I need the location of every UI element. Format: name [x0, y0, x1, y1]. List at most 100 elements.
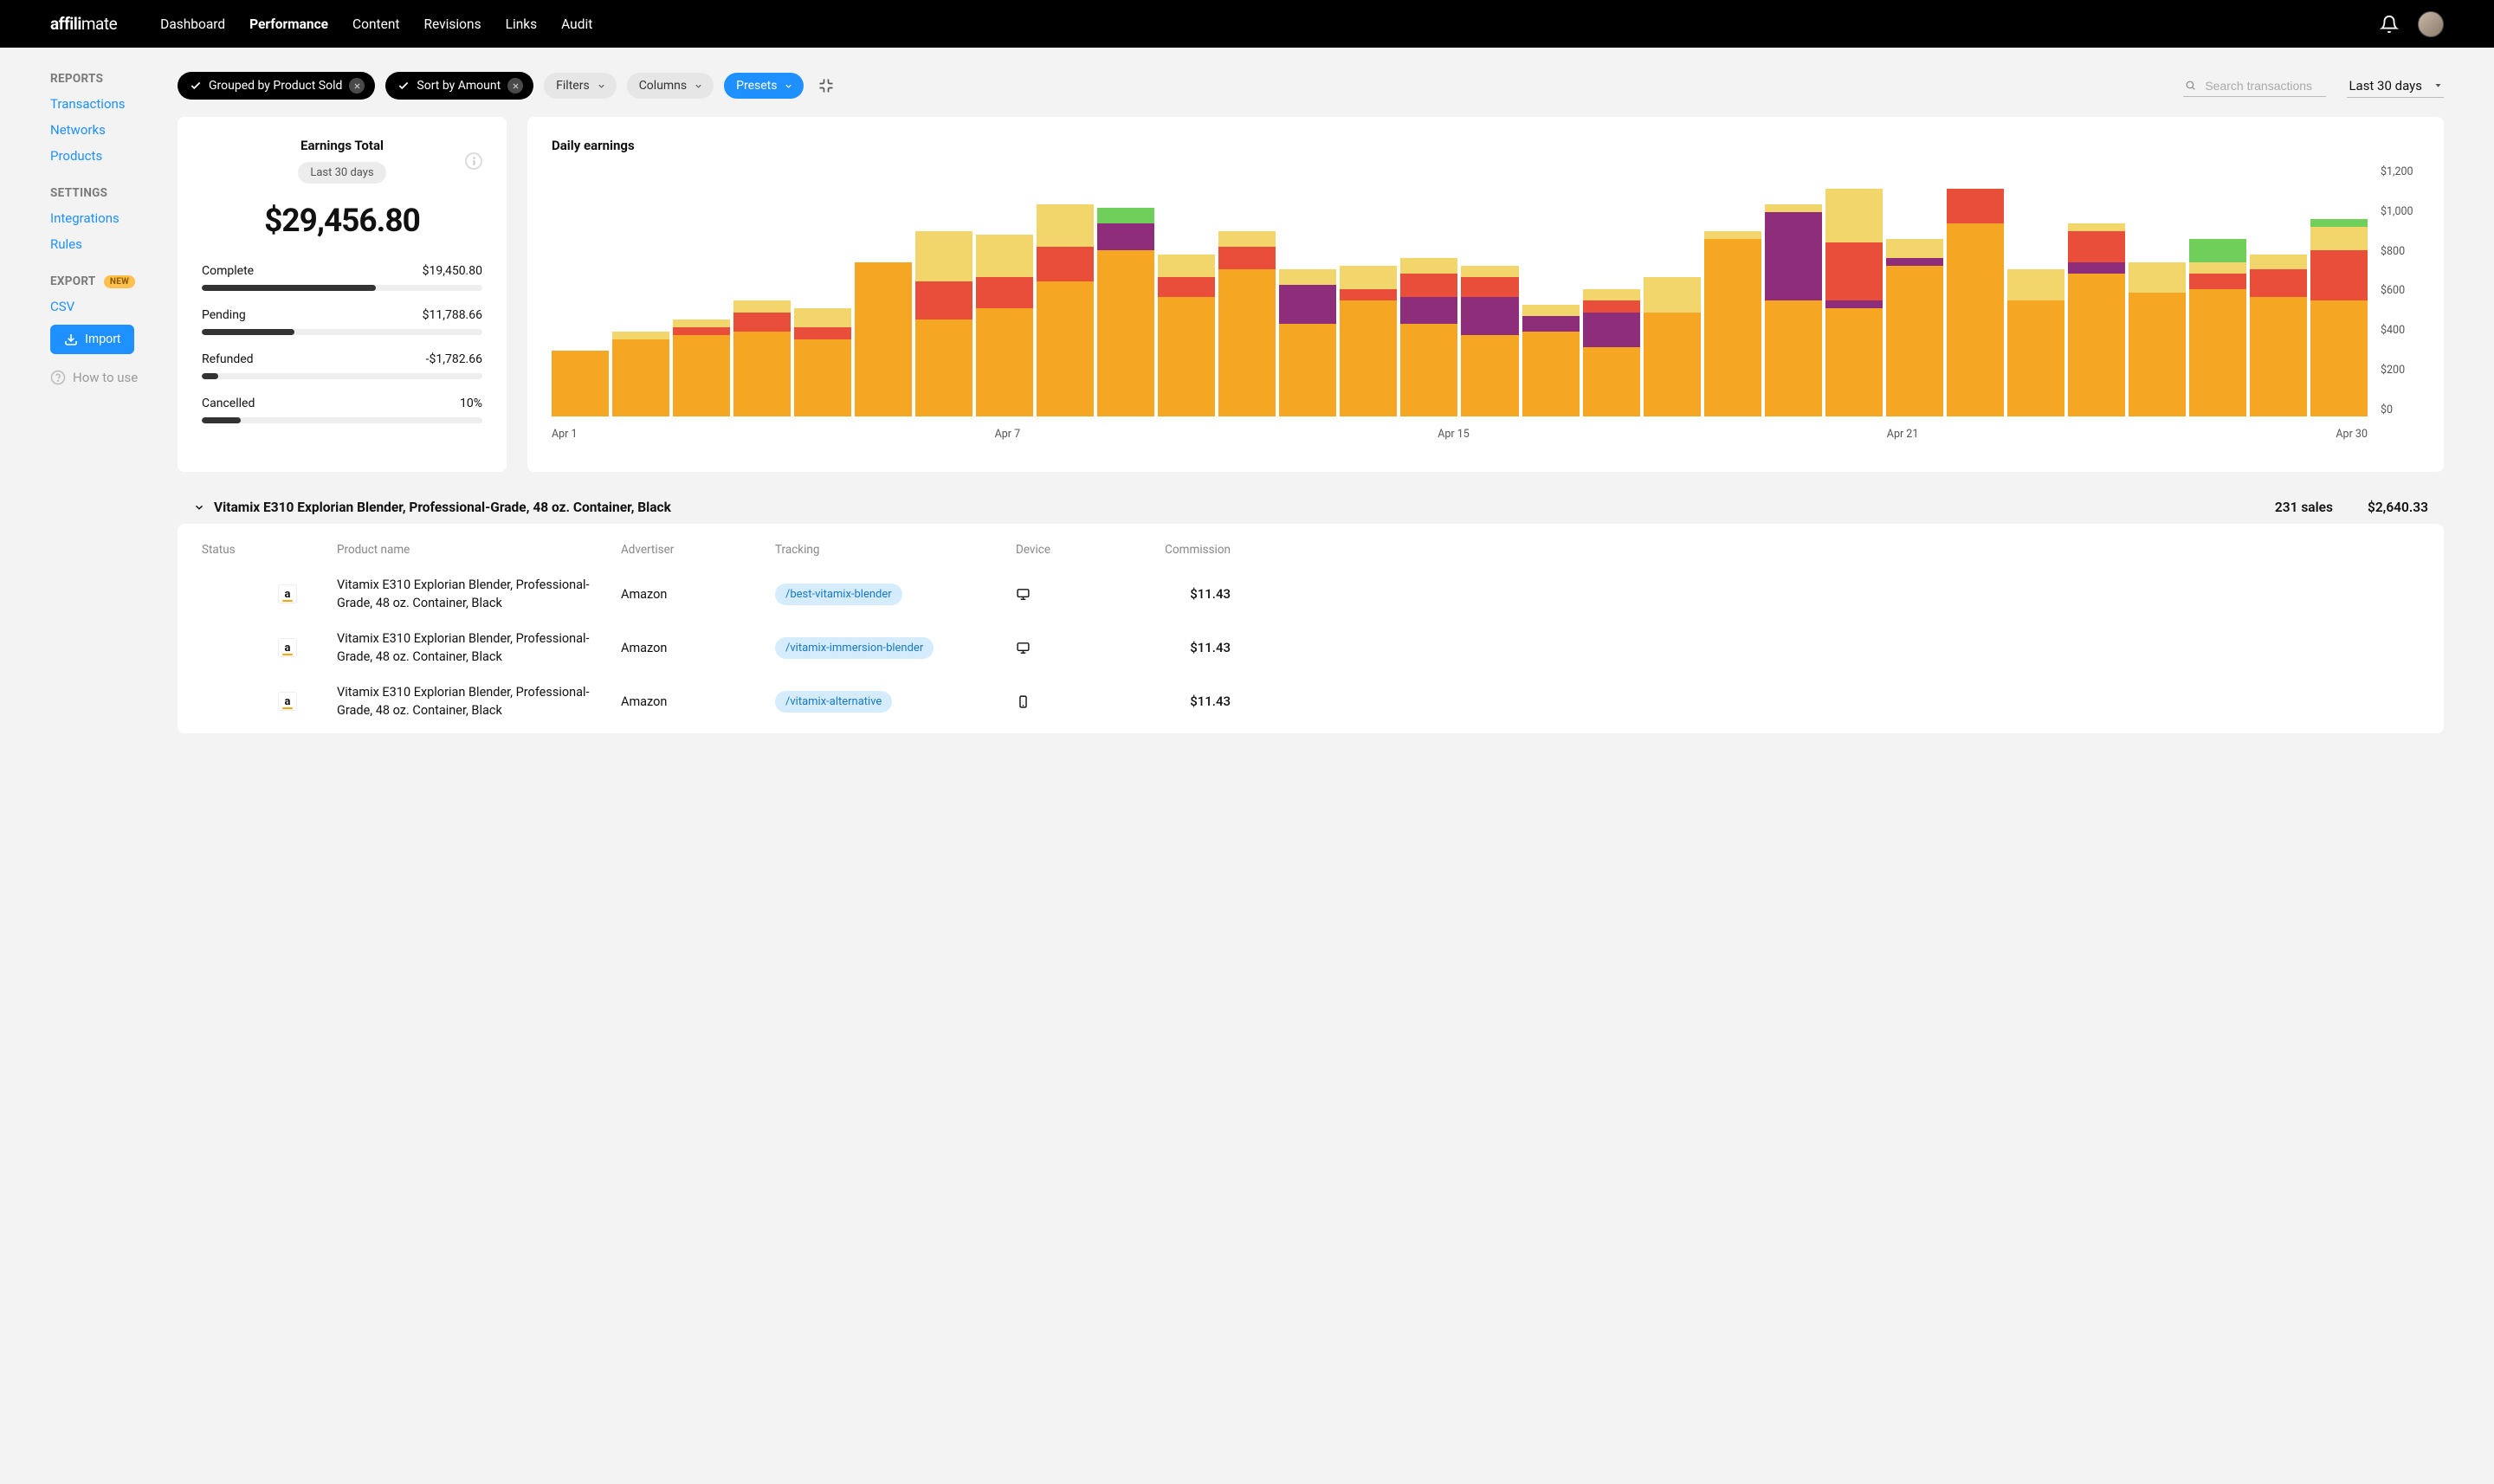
product-name: Vitamix E310 Explorian Blender, Professi…	[337, 629, 614, 666]
table-row[interactable]: a Vitamix E310 Explorian Blender, Profes…	[178, 674, 2444, 728]
chart-bar	[2007, 165, 2064, 416]
y-tick: $1,000	[2381, 205, 2420, 218]
chip-filters[interactable]: Filters	[544, 73, 617, 99]
chip-grouped-by[interactable]: Grouped by Product Sold	[178, 72, 375, 100]
topbar: affilimate Dashboard Performance Content Re…	[0, 0, 2494, 48]
check-icon	[397, 80, 410, 92]
close-icon[interactable]	[349, 78, 365, 94]
desktop-icon	[1016, 587, 1137, 602]
topnav-item-content[interactable]: Content	[352, 16, 399, 32]
chart-bar	[976, 165, 1033, 416]
close-icon[interactable]	[507, 78, 523, 94]
x-tick: Apr 7	[995, 428, 1021, 441]
chart-bar	[2310, 165, 2368, 416]
chart-bar	[1279, 165, 1336, 416]
search-input[interactable]	[2183, 75, 2326, 97]
y-tick: $400	[2381, 324, 2420, 337]
brand-logo: affilimate	[50, 14, 117, 34]
chevron-down-icon	[694, 81, 703, 91]
sidebar-item-csv[interactable]: CSV	[50, 299, 178, 314]
earnings-card: Earnings Total Last 30 days $29,456.80 C…	[178, 117, 507, 472]
chip-sort-by[interactable]: Sort by Amount	[385, 72, 533, 100]
search-field[interactable]	[2205, 79, 2324, 93]
main-content: Grouped by Product Sold Sort by Amount F…	[178, 48, 2494, 768]
sidebar-item-integrations[interactable]: Integrations	[50, 210, 178, 226]
earnings-title: Earnings Total	[219, 138, 465, 153]
chart-bar	[2068, 165, 2125, 416]
table-header: Status Product name Advertiser Tracking …	[178, 529, 2444, 567]
y-tick: $200	[2381, 364, 2420, 377]
chart-bar	[612, 165, 669, 416]
chart-bar	[2250, 165, 2307, 416]
earnings-range-pill: Last 30 days	[298, 162, 385, 184]
avatar[interactable]	[2418, 11, 2444, 37]
table-row[interactable]: a Vitamix E310 Explorian Blender, Profes…	[178, 567, 2444, 621]
sidebar-item-products[interactable]: Products	[50, 148, 178, 164]
chart-bar	[1886, 165, 1943, 416]
chart-bar	[1158, 165, 1215, 416]
import-button[interactable]: Import	[50, 325, 134, 354]
sidebar-item-transactions[interactable]: Transactions	[50, 96, 178, 112]
check-icon	[190, 80, 202, 92]
advertiser-name: Amazon	[621, 694, 768, 709]
sidebar-heading-settings: SETTINGS	[50, 186, 178, 200]
minimize-icon[interactable]	[817, 77, 835, 94]
x-tick: Apr 30	[2336, 428, 2368, 441]
x-tick: Apr 15	[1438, 428, 1470, 441]
product-name: Vitamix E310 Explorian Blender, Professi…	[337, 576, 614, 612]
y-tick: $600	[2381, 284, 2420, 297]
bell-icon[interactable]	[2380, 15, 2399, 34]
chart-title: Daily earnings	[552, 138, 2420, 153]
search-icon	[2185, 79, 2196, 92]
amazon-icon: a	[278, 692, 297, 711]
chart-bar	[1218, 165, 1276, 416]
chart-bar	[855, 165, 912, 416]
chart-bar	[1522, 165, 1580, 416]
x-tick: Apr 1	[552, 428, 578, 441]
tracking-link[interactable]: /vitamix-alternative	[775, 691, 892, 713]
topnav-item-audit[interactable]: Audit	[561, 16, 592, 32]
group-sales: 231 sales	[2275, 500, 2333, 515]
sidebar: REPORTS Transactions Networks Products S…	[0, 48, 178, 768]
advertiser-name: Amazon	[621, 641, 768, 655]
daily-earnings-chart: Daily earnings $1,200$1,000$800$600$400$…	[527, 117, 2444, 472]
chart-bar	[915, 165, 972, 416]
breakdown-row: Pending$11,788.66	[202, 308, 482, 335]
commission-value: $11.43	[1144, 586, 1231, 602]
topnav-item-dashboard[interactable]: Dashboard	[160, 16, 225, 32]
topnav-item-revisions[interactable]: Revisions	[423, 16, 481, 32]
product-group-row[interactable]: Vitamix E310 Explorian Blender, Professi…	[178, 491, 2444, 524]
transactions-table: Status Product name Advertiser Tracking …	[178, 524, 2444, 733]
sidebar-item-networks[interactable]: Networks	[50, 122, 178, 138]
info-icon[interactable]	[465, 152, 482, 170]
topnav-item-links[interactable]: Links	[506, 16, 538, 32]
new-badge: NEW	[104, 275, 135, 288]
chart-bar	[1461, 165, 1518, 416]
chevron-down-icon	[784, 81, 793, 91]
topnav-item-performance[interactable]: Performance	[249, 16, 328, 32]
sidebar-heading-export: EXPORT NEW	[50, 274, 178, 288]
top-nav: Dashboard Performance Content Revisions Link…	[160, 16, 592, 32]
chart-bar	[1644, 165, 1701, 416]
chart-bar	[1583, 165, 1640, 416]
chart-bar	[1340, 165, 1397, 416]
amazon-icon: a	[278, 584, 297, 603]
chip-presets[interactable]: Presets	[724, 73, 804, 99]
y-tick: $1,200	[2381, 165, 2420, 178]
chart-bar	[1947, 165, 2004, 416]
sidebar-item-rules[interactable]: Rules	[50, 236, 178, 252]
table-row[interactable]: a Vitamix E310 Explorian Blender, Profes…	[178, 621, 2444, 674]
caret-down-icon	[2434, 81, 2442, 89]
chart-bar	[1704, 165, 1761, 416]
chart-bar	[1765, 165, 1822, 416]
date-range-select[interactable]: Last 30 days	[2347, 74, 2444, 98]
group-total: $2,640.33	[2368, 500, 2428, 515]
sidebar-heading-reports: REPORTS	[50, 72, 178, 86]
tracking-link[interactable]: /best-vitamix-blender	[775, 584, 902, 605]
chip-columns[interactable]: Columns	[627, 73, 714, 99]
tracking-link[interactable]: /vitamix-immersion-blender	[775, 637, 934, 659]
how-to-use-link[interactable]: How to use	[50, 370, 178, 385]
chart-bar	[794, 165, 851, 416]
breakdown-row: Complete$19,450.80	[202, 264, 482, 291]
chart-bar	[2129, 165, 2186, 416]
